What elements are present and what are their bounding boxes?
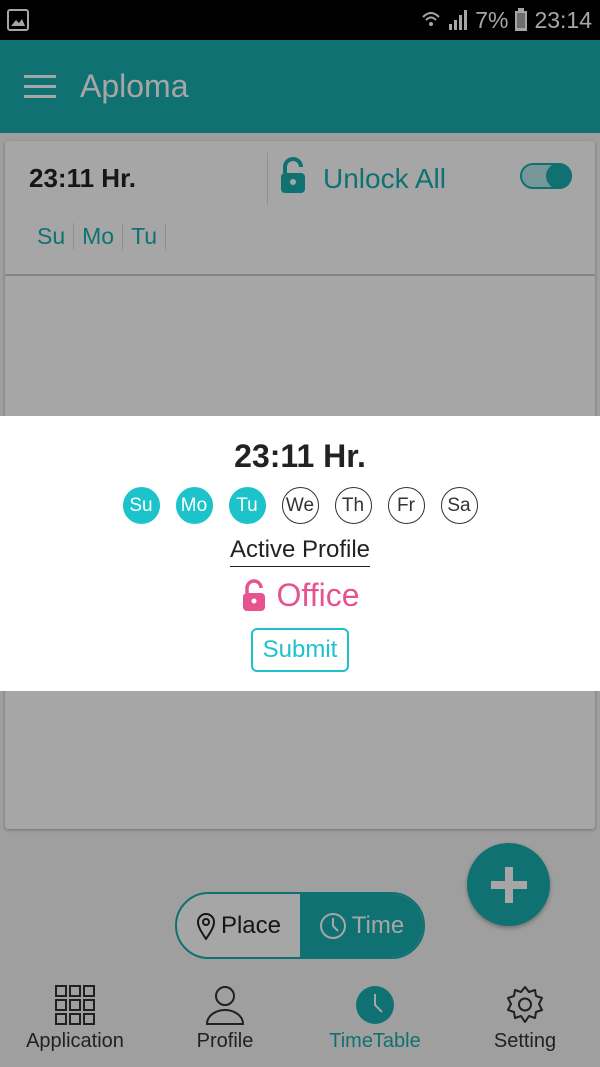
day-fr[interactable]: Fr	[387, 487, 425, 524]
day-th[interactable]: Th	[334, 487, 372, 524]
active-profile-label: Active Profile	[229, 536, 371, 567]
day-selector: Su Mo Tu We Th Fr Sa	[122, 487, 478, 524]
day-tu[interactable]: Tu	[228, 487, 266, 524]
day-su[interactable]: Su	[122, 487, 160, 524]
profile-name: Office	[276, 577, 360, 613]
day-sa[interactable]: Sa	[440, 487, 478, 524]
submit-button[interactable]: Submit	[250, 628, 350, 672]
schedule-dialog: 23:11 Hr. Su Mo Tu We Th Fr Sa Active Pr…	[0, 416, 600, 691]
active-profile[interactable]: Office	[241, 577, 360, 614]
dialog-time: 23:11 Hr.	[234, 438, 366, 474]
day-mo[interactable]: Mo	[175, 487, 213, 524]
unlock-icon	[242, 578, 265, 611]
day-we[interactable]: We	[281, 487, 319, 524]
